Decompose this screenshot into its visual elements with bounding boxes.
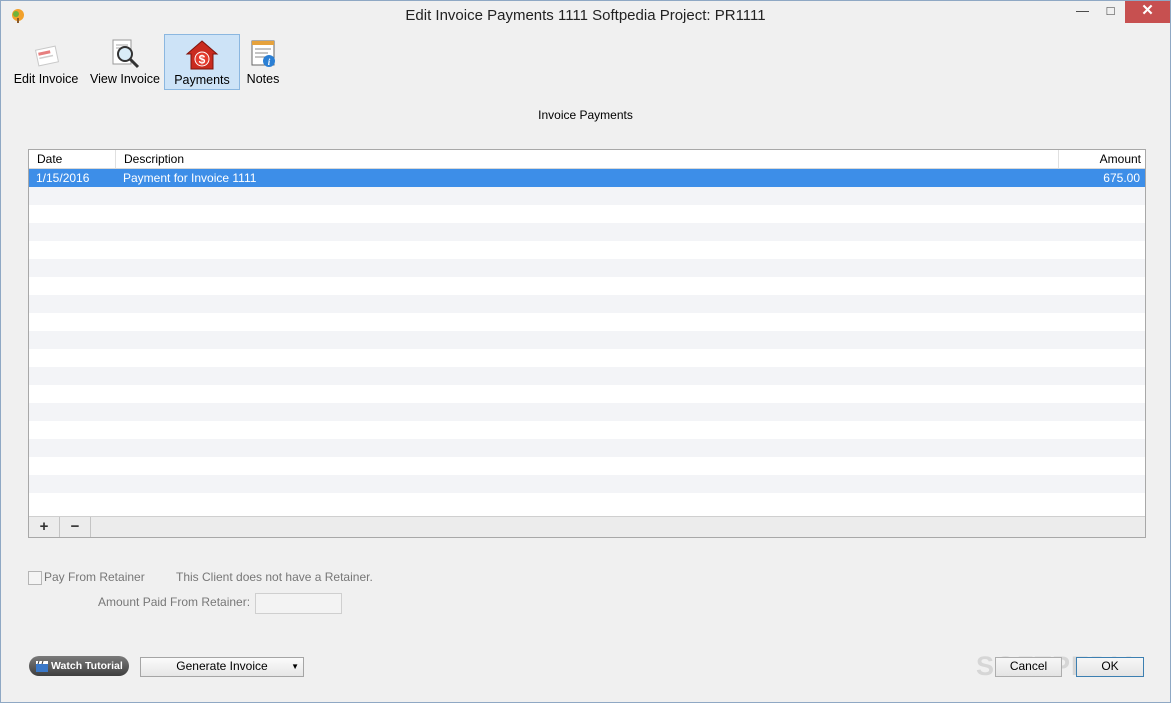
notes-icon: i (251, 40, 275, 67)
tool-label: Payments (174, 73, 230, 87)
cell-date: 1/15/2016 (36, 171, 90, 185)
amount-paid-field[interactable] (255, 593, 342, 614)
table-header: Date Description Amount (29, 150, 1145, 169)
clapperboard-icon (36, 660, 48, 672)
ok-button[interactable]: OK (1076, 657, 1144, 677)
edit-invoice-icon (34, 45, 60, 67)
empty-row (29, 439, 1145, 457)
table-row[interactable]: 1/15/2016 Payment for Invoice 1111 675.0… (29, 169, 1145, 187)
empty-row (29, 187, 1145, 205)
checkbox-label: Pay From Retainer (44, 570, 145, 584)
empty-row (29, 475, 1145, 493)
empty-row (29, 331, 1145, 349)
empty-row (29, 457, 1145, 475)
remove-payment-button[interactable]: − (60, 517, 91, 537)
maximize-button[interactable]: □ (1096, 1, 1125, 23)
empty-row (29, 223, 1145, 241)
section-title: Invoice Payments (538, 108, 633, 122)
table-body: 1/15/2016 Payment for Invoice 1111 675.0… (29, 169, 1145, 517)
window-title: Edit Invoice Payments 1111 Softpedia Pro… (405, 7, 766, 24)
empty-row (29, 385, 1145, 403)
column-header-description[interactable]: Description (116, 150, 1059, 168)
tutorial-label: Watch Tutorial (51, 660, 123, 672)
minimize-button[interactable]: — (1068, 1, 1097, 23)
column-header-amount[interactable]: Amount (1059, 150, 1145, 168)
table-footer: + − (29, 516, 1145, 537)
empty-row (29, 241, 1145, 259)
column-header-date[interactable]: Date (29, 150, 116, 168)
empty-row (29, 349, 1145, 367)
checkbox-box[interactable] (28, 571, 42, 585)
cancel-button[interactable]: Cancel (995, 657, 1062, 677)
empty-row (29, 205, 1145, 223)
toolbar: Edit Invoice View Invoice $ Payments i N… (9, 34, 309, 92)
empty-row (29, 313, 1145, 331)
cell-description: Payment for Invoice 1111 (123, 171, 257, 185)
tool-edit-invoice[interactable]: Edit Invoice (9, 34, 83, 90)
empty-row (29, 295, 1145, 313)
generate-invoice-label: Generate Invoice (176, 659, 268, 673)
invoice-payments-window: Edit Invoice Payments 1111 Softpedia Pro… (0, 0, 1171, 703)
close-button[interactable]: ✕ (1125, 1, 1170, 23)
empty-row (29, 421, 1145, 439)
dollar-house-icon: $ (185, 40, 219, 70)
dropdown-arrow-icon: ▼ (291, 662, 299, 671)
payments-table: Date Description Amount 1/15/2016 Paymen… (28, 149, 1146, 538)
watch-tutorial-button[interactable]: Watch Tutorial (29, 656, 129, 676)
add-payment-button[interactable]: + (29, 517, 60, 537)
svg-text:$: $ (199, 53, 206, 67)
tool-label: Notes (246, 72, 280, 86)
empty-row (29, 403, 1145, 421)
generate-invoice-dropdown[interactable]: Generate Invoice ▼ (140, 657, 304, 677)
empty-row (29, 493, 1145, 511)
empty-row (29, 259, 1145, 277)
empty-row (29, 277, 1145, 295)
cell-amount: 675.00 (1103, 171, 1140, 185)
empty-row (29, 367, 1145, 385)
tool-label: Edit Invoice (13, 72, 79, 86)
amount-paid-label: Amount Paid From Retainer: (98, 595, 251, 609)
tool-notes[interactable]: i Notes (243, 34, 283, 90)
retainer-status-text: This Client does not have a Retainer. (176, 570, 373, 584)
tool-payments[interactable]: $ Payments (164, 34, 240, 90)
tool-label: View Invoice (90, 72, 160, 86)
magnifier-icon (112, 39, 140, 69)
tool-view-invoice[interactable]: View Invoice (89, 34, 161, 90)
title-bar[interactable]: Edit Invoice Payments 1111 Softpedia Pro… (1, 1, 1170, 32)
